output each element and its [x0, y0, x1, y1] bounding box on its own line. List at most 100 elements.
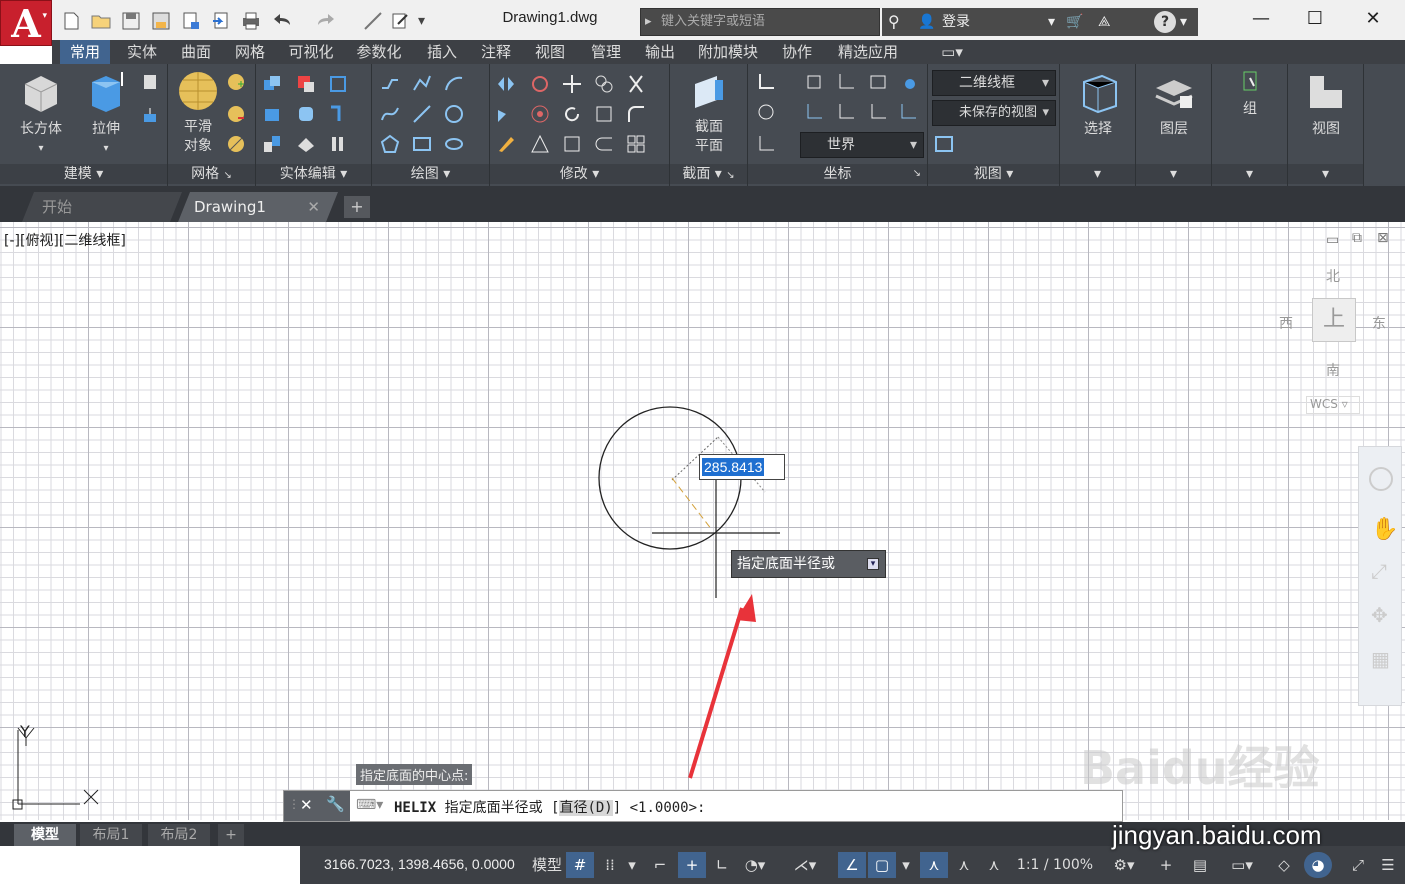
scale-icon[interactable] [594, 104, 614, 124]
help-icon[interactable]: ? [1154, 11, 1176, 33]
ucs-icon[interactable] [756, 72, 776, 92]
smooth-less-icon[interactable] [226, 104, 246, 124]
web-save-icon[interactable] [210, 10, 232, 32]
tab-layout1[interactable]: 布局1 [80, 824, 142, 846]
save-as-icon[interactable] [150, 10, 172, 32]
tab-drawing1[interactable]: Drawing1 ✕ [178, 192, 338, 222]
tab-start[interactable]: 开始 [22, 192, 182, 222]
ucs-origin-icon[interactable] [836, 72, 856, 92]
panel-modify-label[interactable]: 修改 ▾ [490, 164, 669, 184]
ucs-view-icon[interactable] [868, 72, 888, 92]
customize-wrench-icon[interactable]: 🔧 [326, 795, 345, 813]
polar-icon[interactable]: ◔▾ [740, 852, 770, 878]
object-snap-dropdown-icon[interactable]: ▾ [898, 852, 914, 878]
panel-select-dropdown[interactable]: ▾ [1060, 164, 1135, 184]
mirror-icon[interactable] [496, 74, 516, 94]
units-icon[interactable]: ▤ [1186, 852, 1214, 878]
spline-icon[interactable] [380, 104, 400, 124]
new-file-icon[interactable] [60, 10, 82, 32]
tab-collaborate[interactable]: 协作 [770, 40, 824, 64]
model-space-button[interactable]: 模型 [530, 852, 564, 878]
panel-modeling-label[interactable]: 建模 ▾ [0, 164, 167, 184]
panel-coordinates-label[interactable]: 坐标 ↘ [748, 164, 927, 184]
line-icon[interactable] [412, 104, 432, 124]
annotation-scale-combo[interactable]: 1:1 / 100% ▾ [1012, 852, 1098, 884]
refine-mesh-icon[interactable] [226, 134, 246, 154]
isodraft-icon[interactable]: ⋌▾ [788, 852, 822, 878]
view-button[interactable]: 视图 [1294, 70, 1358, 139]
ucs-z-icon[interactable] [868, 102, 888, 122]
close-tab-icon[interactable]: ✕ [307, 192, 320, 222]
3d-align-icon[interactable] [530, 134, 550, 154]
tab-home[interactable]: 常用 [60, 40, 110, 64]
tab-parametric[interactable]: 参数化 [348, 40, 410, 64]
add-layout-button[interactable]: + [218, 824, 244, 846]
ucs-x-icon[interactable] [804, 102, 824, 122]
polygon-icon[interactable] [380, 134, 400, 154]
ribbon-minimize-icon[interactable]: ▭▾ [932, 40, 972, 64]
move-icon[interactable] [562, 74, 582, 94]
tab-solid[interactable]: 实体 [118, 40, 166, 64]
match-properties-icon[interactable] [362, 10, 384, 32]
panel-groups-dropdown[interactable]: ▾ [1212, 164, 1287, 184]
open-file-icon[interactable] [90, 10, 112, 32]
tab-manage[interactable]: 管理 [580, 40, 632, 64]
fillet-edge-icon[interactable] [296, 104, 316, 124]
login-dropdown-icon[interactable]: ▾ [1048, 8, 1055, 36]
extrude-button[interactable]: 拉伸 ▾ [78, 70, 134, 158]
subtract-icon[interactable] [296, 74, 316, 94]
viewport-config-icon[interactable] [934, 134, 954, 154]
auto-scale-icon[interactable]: ⋏ [952, 852, 976, 878]
tab-mesh[interactable]: 网格 [226, 40, 274, 64]
circle-icon[interactable] [444, 104, 464, 124]
grid-icon[interactable]: # [566, 852, 594, 878]
ucs-y-icon[interactable] [836, 102, 856, 122]
search-input[interactable]: 键入关键字或短语 [640, 8, 880, 36]
3d-rotate-icon[interactable] [530, 74, 550, 94]
minimize-button[interactable]: — [1238, 8, 1284, 32]
offset-icon[interactable] [594, 134, 614, 154]
panel-view-label[interactable]: 视图 ▾ [928, 164, 1059, 184]
maximize-button[interactable]: ☐ [1292, 8, 1338, 32]
ucs-world-icon[interactable] [756, 102, 776, 122]
save-icon[interactable] [120, 10, 142, 32]
annotation-monitor-icon[interactable]: + [1152, 852, 1180, 878]
recent-commands-icon[interactable]: ⌨▾ [356, 797, 383, 813]
slice-icon[interactable] [328, 134, 348, 154]
copy-icon[interactable] [594, 74, 614, 94]
dynamic-input-field[interactable]: 285.8413 [699, 454, 785, 480]
tab-featured-apps[interactable]: 精选应用 [828, 40, 908, 64]
cursor-coordinates[interactable]: 3166.7023, 1398.4656, 0.0000 [324, 856, 515, 872]
arc-icon[interactable] [444, 74, 464, 94]
3d-polyline-icon[interactable] [412, 74, 432, 94]
select-button[interactable]: 选择 [1066, 70, 1130, 139]
panel-mesh-label[interactable]: 网格 ↘ [168, 164, 255, 184]
rotate-icon[interactable] [562, 104, 582, 124]
ellipse-icon[interactable] [444, 134, 464, 154]
panel-solid-editing-label[interactable]: 实体编辑 ▾ [256, 164, 371, 184]
grip-icon[interactable]: ⋮ [288, 797, 300, 811]
login-button[interactable]: 登录 [942, 8, 970, 36]
tab-addins[interactable]: 附加模块 [690, 40, 766, 64]
connect-icon[interactable]: ⟁ [1098, 8, 1111, 36]
intersect-icon[interactable] [262, 104, 282, 124]
erase-icon[interactable] [496, 134, 516, 154]
panel-draw-label[interactable]: 绘图 ▾ [372, 164, 489, 184]
ucs-object-icon[interactable] [898, 72, 918, 92]
smooth-more-icon[interactable] [226, 72, 246, 92]
undo-icon[interactable] [272, 10, 294, 32]
shell-icon[interactable] [296, 134, 316, 154]
tab-surface[interactable]: 曲面 [172, 40, 220, 64]
saved-view-combo[interactable]: 未保存的视图 [932, 100, 1056, 126]
ucs-world-combo[interactable]: 世界 [800, 132, 924, 158]
tab-view[interactable]: 视图 [526, 40, 574, 64]
print-icon[interactable] [240, 10, 262, 32]
3d-array-icon[interactable] [530, 104, 550, 124]
customize-dropdown-icon[interactable]: ▾ [418, 10, 440, 32]
ortho-icon[interactable]: ∟ [710, 852, 734, 878]
interfere-icon[interactable] [328, 74, 348, 94]
trim-icon[interactable] [626, 74, 646, 94]
command-line[interactable]: ⋮ ✕ 🔧 ⌨▾ HELIX 指定底面半径或 [直径(D)] <1.0000>: [283, 790, 1123, 822]
object-snap-icon[interactable]: ▢ [868, 852, 896, 878]
group-button[interactable]: 组 [1218, 70, 1282, 119]
